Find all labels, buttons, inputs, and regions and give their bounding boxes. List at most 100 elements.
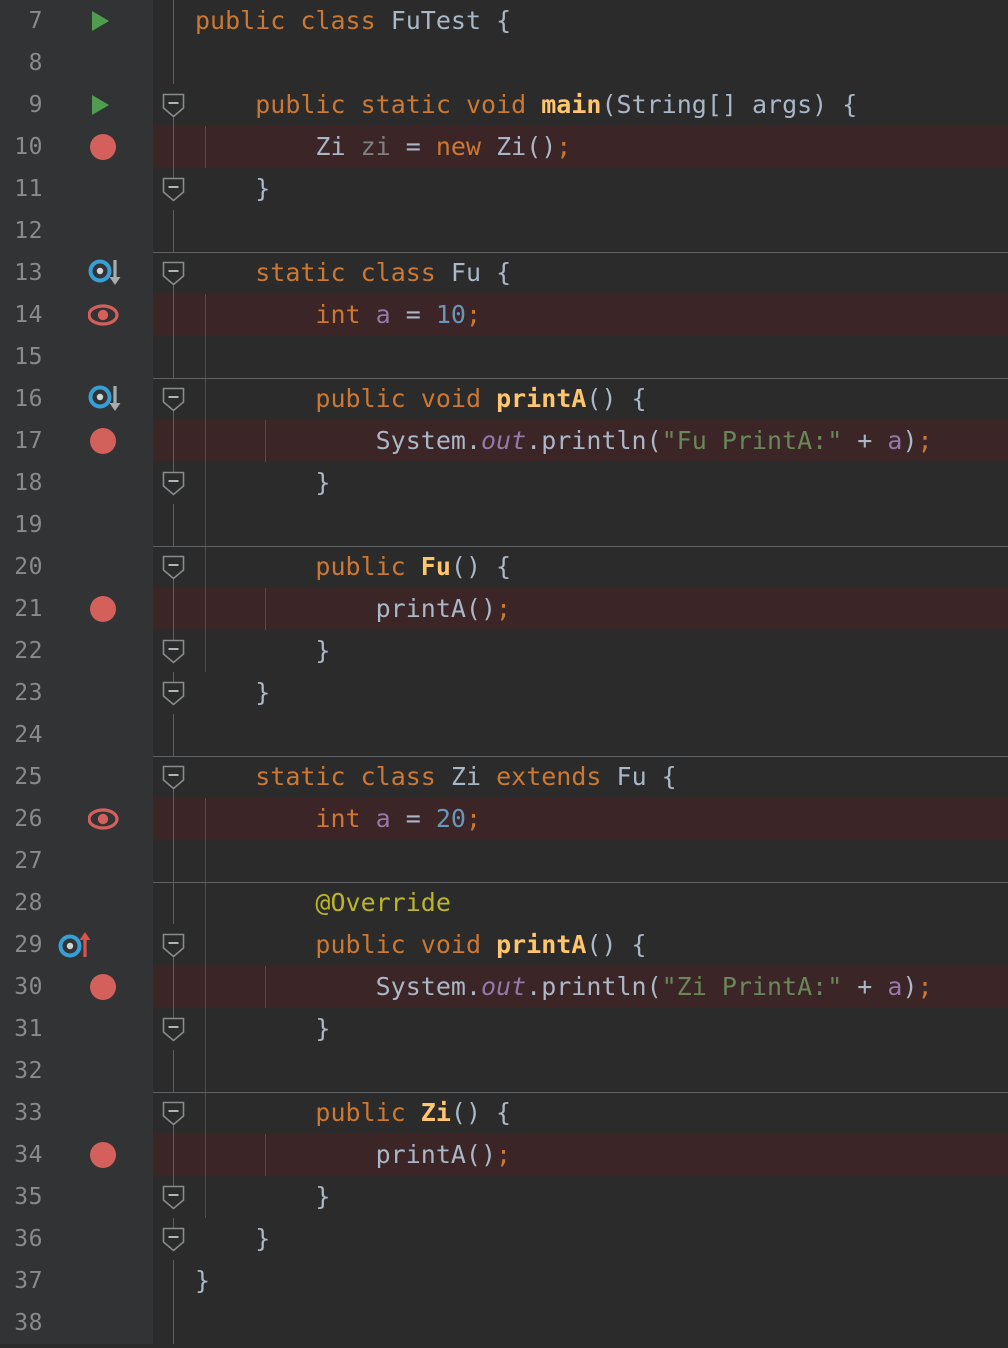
fold-toggle[interactable]: [162, 387, 185, 412]
fold-marker-icon[interactable]: [162, 1227, 185, 1252]
code-text-area[interactable]: }: [195, 672, 1008, 714]
run-icon[interactable]: [88, 90, 128, 120]
code-line[interactable]: 8: [0, 42, 1008, 84]
code-line[interactable]: 27: [0, 840, 1008, 882]
editor-gutter[interactable]: 16: [0, 378, 153, 420]
overridden-by-icon[interactable]: [88, 258, 132, 288]
fold-toggle[interactable]: [162, 681, 185, 706]
fold-marker-icon[interactable]: [162, 261, 185, 286]
fold-toggle[interactable]: [162, 1227, 185, 1252]
code-text-area[interactable]: }: [195, 1176, 1008, 1218]
gutter-breakpoint-icon[interactable]: [88, 594, 132, 624]
fold-column[interactable]: [153, 1134, 195, 1176]
editor-gutter[interactable]: 18: [0, 462, 153, 504]
code-line[interactable]: 10 Zi zi = new Zi();: [0, 126, 1008, 168]
code-text-area[interactable]: System.out.println("Zi PrintA:" + a);: [195, 966, 1008, 1008]
editor-gutter[interactable]: 38: [0, 1302, 153, 1344]
code-text-area[interactable]: public Zi() {: [153, 1092, 1008, 1134]
fold-marker-icon[interactable]: [162, 765, 185, 790]
code-text-area[interactable]: static class Zi extends Fu {: [153, 756, 1008, 798]
fold-column[interactable]: [153, 840, 195, 882]
breakpoint-icon[interactable]: [88, 426, 128, 456]
fold-marker-icon[interactable]: [162, 639, 185, 664]
fold-toggle[interactable]: [162, 1185, 185, 1210]
fold-column[interactable]: [153, 0, 195, 42]
gutter-breakpoint-icon[interactable]: [88, 972, 132, 1002]
code-text-area[interactable]: [195, 840, 1008, 882]
gutter-run-icon[interactable]: [88, 6, 132, 36]
fold-marker-icon[interactable]: [162, 933, 185, 958]
code-line[interactable]: 37}: [0, 1260, 1008, 1302]
fold-column[interactable]: [153, 1302, 195, 1344]
code-text-area[interactable]: printA();: [195, 1134, 1008, 1176]
editor-gutter[interactable]: 22: [0, 630, 153, 672]
code-line[interactable]: 35 }: [0, 1176, 1008, 1218]
code-text-area[interactable]: public class FuTest {: [195, 0, 1008, 42]
code-text-area[interactable]: Zi zi = new Zi();: [195, 126, 1008, 168]
editor-gutter[interactable]: 17: [0, 420, 153, 462]
fold-column[interactable]: [153, 84, 195, 126]
fold-toggle[interactable]: [162, 639, 185, 664]
fold-column[interactable]: [153, 882, 195, 924]
gutter-breakpoint-icon[interactable]: [88, 426, 132, 456]
code-text-area[interactable]: }: [195, 462, 1008, 504]
code-line[interactable]: 25 static class Zi extends Fu {: [0, 756, 1008, 798]
editor-gutter[interactable]: 9: [0, 84, 153, 126]
code-line[interactable]: 29 public void printA() {: [0, 924, 1008, 966]
gutter-field-watch-icon[interactable]: [87, 804, 132, 834]
code-line[interactable]: 21 printA();: [0, 588, 1008, 630]
gutter-field-watch-icon[interactable]: [87, 300, 132, 330]
code-text-area[interactable]: public void printA() {: [153, 378, 1008, 420]
fold-column[interactable]: [153, 798, 195, 840]
fold-marker-icon[interactable]: [162, 681, 185, 706]
editor-gutter[interactable]: 31: [0, 1008, 153, 1050]
fold-marker-icon[interactable]: [162, 1017, 185, 1042]
fold-column[interactable]: [153, 1008, 195, 1050]
editor-gutter[interactable]: 20: [0, 546, 153, 588]
fold-column[interactable]: [153, 1176, 195, 1218]
fold-column[interactable]: [153, 336, 195, 378]
editor-gutter[interactable]: 25: [0, 756, 153, 798]
fold-toggle[interactable]: [162, 93, 185, 118]
editor-gutter[interactable]: 8: [0, 42, 153, 84]
code-text-area[interactable]: }: [195, 168, 1008, 210]
fold-column[interactable]: [153, 504, 195, 546]
editor-gutter[interactable]: 28: [0, 882, 153, 924]
code-line[interactable]: 11 }: [0, 168, 1008, 210]
fold-toggle[interactable]: [162, 765, 185, 790]
fold-column[interactable]: [153, 210, 195, 252]
fold-toggle[interactable]: [162, 471, 185, 496]
code-text-area[interactable]: [195, 336, 1008, 378]
code-text-area[interactable]: int a = 20;: [195, 798, 1008, 840]
editor-gutter[interactable]: 14: [0, 294, 153, 336]
overridden-by-icon[interactable]: [88, 384, 132, 414]
fold-column[interactable]: [153, 126, 195, 168]
code-text-area[interactable]: public void printA() {: [195, 924, 1008, 966]
code-line[interactable]: 28 @Override: [0, 882, 1008, 924]
code-text-area[interactable]: [195, 504, 1008, 546]
code-line[interactable]: 26 int a = 20;: [0, 798, 1008, 840]
code-line[interactable]: 19: [0, 504, 1008, 546]
fold-column[interactable]: [153, 294, 195, 336]
fold-column[interactable]: [153, 966, 195, 1008]
fold-column[interactable]: [153, 546, 195, 588]
editor-gutter[interactable]: 11: [0, 168, 153, 210]
code-text-area[interactable]: [195, 210, 1008, 252]
code-line[interactable]: 9 public static void main(String[] args)…: [0, 84, 1008, 126]
editor-gutter[interactable]: 26: [0, 798, 153, 840]
code-text-area[interactable]: public Fu() {: [153, 546, 1008, 588]
code-line[interactable]: 32: [0, 1050, 1008, 1092]
editor-gutter[interactable]: 27: [0, 840, 153, 882]
code-text-area[interactable]: }: [195, 1218, 1008, 1260]
code-text-area[interactable]: [195, 714, 1008, 756]
editor-gutter[interactable]: 37: [0, 1260, 153, 1302]
editor-gutter[interactable]: 32: [0, 1050, 153, 1092]
fold-toggle[interactable]: [162, 555, 185, 580]
code-line[interactable]: 34 printA();: [0, 1134, 1008, 1176]
run-icon[interactable]: [88, 6, 128, 36]
code-text-area[interactable]: [195, 1302, 1008, 1344]
fold-column[interactable]: [153, 1092, 195, 1134]
gutter-overridden-by-icon[interactable]: [88, 258, 132, 288]
breakpoint-icon[interactable]: [88, 1140, 128, 1170]
fold-marker-icon[interactable]: [162, 1185, 185, 1210]
